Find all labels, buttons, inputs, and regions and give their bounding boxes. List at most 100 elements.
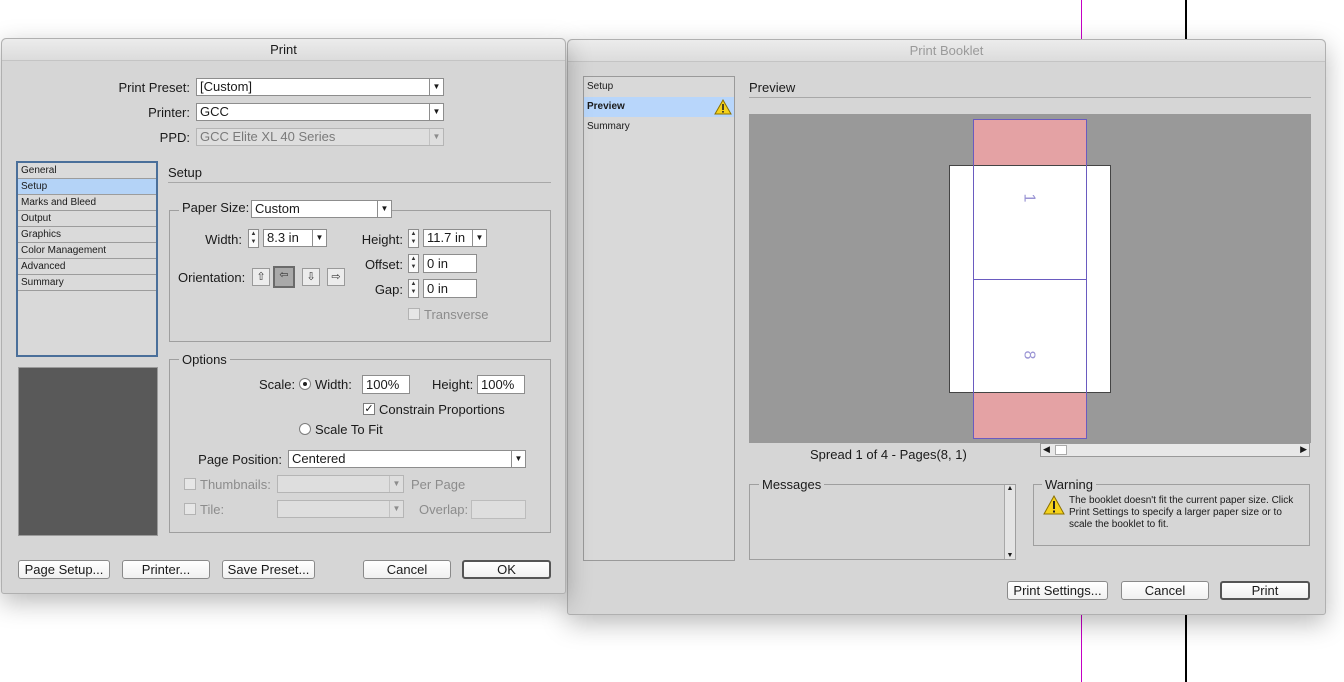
scale-width-input[interactable]: 100% [362, 375, 410, 394]
thumbnails-select: ▼ [277, 475, 404, 493]
booklet-sidebar-item-setup[interactable]: Setup [584, 77, 734, 97]
height-combo[interactable]: 11.7 in ▼ [423, 229, 487, 247]
print-settings-button[interactable]: Print Settings... [1007, 581, 1108, 600]
printer-button[interactable]: Printer... [122, 560, 210, 579]
stepper-down-icon[interactable]: ▼ [409, 238, 418, 246]
tile-checkbox[interactable] [184, 503, 196, 515]
page-frame-bottom: 8 [973, 279, 1087, 393]
orientation-reverse-portrait-icon[interactable]: ⇩ [302, 268, 320, 286]
overlap-input [471, 500, 526, 519]
spread-info: Spread 1 of 4 - Pages(8, 1) [810, 447, 967, 462]
width-combo[interactable]: 8.3 in ▼ [263, 229, 327, 247]
constrain-proportions-checkbox[interactable]: ✓ [363, 403, 375, 415]
scale-height-input[interactable]: 100% [477, 375, 525, 394]
sidebar-item-summary[interactable]: Summary [18, 275, 156, 291]
options-legend: Options [179, 352, 230, 367]
scale-to-fit-label: Scale To Fit [315, 422, 383, 437]
print-preset-label: Print Preset: [118, 80, 190, 95]
page-position-label: Page Position: [198, 452, 282, 467]
stepper-up-icon[interactable]: ▲ [409, 230, 418, 238]
preview-scrollbar[interactable]: ◀ ▶ [1040, 443, 1310, 457]
page-number-bottom: 8 [1020, 350, 1038, 360]
offset-input[interactable]: 0 in [423, 254, 477, 273]
scale-width-radio[interactable] [299, 378, 311, 390]
messages-group: ▲ ▼ [749, 484, 1016, 560]
booklet-sidebar-item-summary[interactable]: Summary [584, 117, 734, 137]
stepper-down-icon[interactable]: ▼ [409, 263, 418, 271]
page-position-select[interactable]: Centered ▼ [288, 450, 526, 468]
stepper-up-icon[interactable]: ▲ [249, 230, 258, 238]
paper-size-select[interactable]: Custom ▼ [251, 200, 392, 218]
orientation-reverse-landscape-icon[interactable]: ⇨ [327, 268, 345, 286]
thumbnails-checkbox[interactable] [184, 478, 196, 490]
sidebar-item-color-management[interactable]: Color Management [18, 243, 156, 259]
scale-to-fit-radio[interactable] [299, 423, 311, 435]
sidebar-item-output[interactable]: Output [18, 211, 156, 227]
offset-stepper[interactable]: ▲ ▼ [408, 254, 419, 273]
bleed-top [973, 119, 1087, 165]
scroll-thumb[interactable] [1055, 445, 1067, 455]
setup-section-title: Setup [168, 165, 202, 180]
sidebar-item-setup[interactable]: Setup [18, 179, 156, 195]
constrain-proportions-label: Constrain Proportions [379, 402, 505, 417]
width-stepper[interactable]: ▲ ▼ [248, 229, 259, 248]
chevron-down-icon: ▼ [429, 104, 443, 120]
scale-label: Scale: [259, 377, 296, 392]
stepper-up-icon[interactable]: ▲ [409, 280, 418, 288]
setup-divider [168, 182, 551, 183]
print-button[interactable]: Print [1220, 581, 1310, 600]
paper-size-legend: Paper Size: [179, 200, 253, 215]
offset-label: Offset: [364, 257, 403, 272]
bleed-bottom [973, 393, 1087, 439]
gap-label: Gap: [374, 282, 403, 297]
booklet-dialog-title: Print Booklet [568, 40, 1325, 62]
print-sidebar: General Setup Marks and Bleed Output Gra… [16, 161, 158, 357]
printer-label: Printer: [148, 105, 190, 120]
chevron-down-icon: ▼ [312, 230, 326, 246]
chevron-down-icon: ▼ [389, 501, 403, 517]
messages-scrollbar[interactable]: ▲ ▼ [1004, 485, 1015, 559]
chevron-down-icon: ▼ [472, 230, 486, 246]
print-dialog: Print Print Preset: [Custom] ▼ Printer: G… [1, 38, 566, 594]
height-label: Height: [361, 232, 403, 247]
messages-legend: Messages [759, 477, 825, 492]
ppd-label: PPD: [159, 130, 190, 145]
ok-button[interactable]: OK [462, 560, 551, 579]
sidebar-item-graphics[interactable]: Graphics [18, 227, 156, 243]
booklet-sidebar-item-preview[interactable]: Preview [584, 97, 734, 117]
stepper-down-icon[interactable]: ▼ [409, 288, 418, 296]
chevron-down-icon: ▼ [511, 451, 525, 467]
transverse-checkbox[interactable] [408, 308, 420, 320]
orientation-portrait-icon[interactable]: ⇧ [252, 268, 270, 286]
page-frame-top: 1 [973, 165, 1087, 280]
printer-select[interactable]: GCC ▼ [196, 103, 444, 121]
orientation-landscape-icon[interactable]: ⇦ [273, 266, 295, 288]
messages-scroll-up-icon[interactable]: ▲ [1005, 485, 1015, 492]
tile-label: Tile: [200, 502, 225, 517]
height-stepper[interactable]: ▲ ▼ [408, 229, 419, 248]
sidebar-item-general[interactable]: General [18, 163, 156, 179]
save-preset-button[interactable]: Save Preset... [222, 560, 315, 579]
warning-triangle-icon [1043, 495, 1065, 515]
stepper-down-icon[interactable]: ▼ [249, 238, 258, 246]
print-preview-thumbnail [18, 367, 158, 536]
warning-legend: Warning [1042, 477, 1096, 492]
messages-scroll-down-icon[interactable]: ▼ [1005, 552, 1015, 559]
sidebar-item-advanced[interactable]: Advanced [18, 259, 156, 275]
preview-section-title: Preview [749, 80, 796, 95]
print-cancel-button[interactable]: Cancel [363, 560, 451, 579]
scroll-right-arrow[interactable]: ▶ [1300, 444, 1307, 455]
booklet-cancel-button[interactable]: Cancel [1121, 581, 1209, 600]
page-setup-button[interactable]: Page Setup... [18, 560, 110, 579]
print-preset-select[interactable]: [Custom] ▼ [196, 78, 444, 96]
scale-height-label: Height: [432, 377, 474, 392]
orientation-label: Orientation: [178, 270, 246, 285]
gap-stepper[interactable]: ▲ ▼ [408, 279, 419, 298]
sidebar-item-marks-and-bleed[interactable]: Marks and Bleed [18, 195, 156, 211]
stepper-up-icon[interactable]: ▲ [409, 255, 418, 263]
gap-input[interactable]: 0 in [423, 279, 477, 298]
scroll-left-arrow[interactable]: ◀ [1043, 444, 1050, 455]
warning-message: The booklet doesn't fit the current pape… [1069, 495, 1294, 530]
warning-icon [714, 99, 732, 115]
chevron-down-icon: ▼ [377, 201, 391, 217]
